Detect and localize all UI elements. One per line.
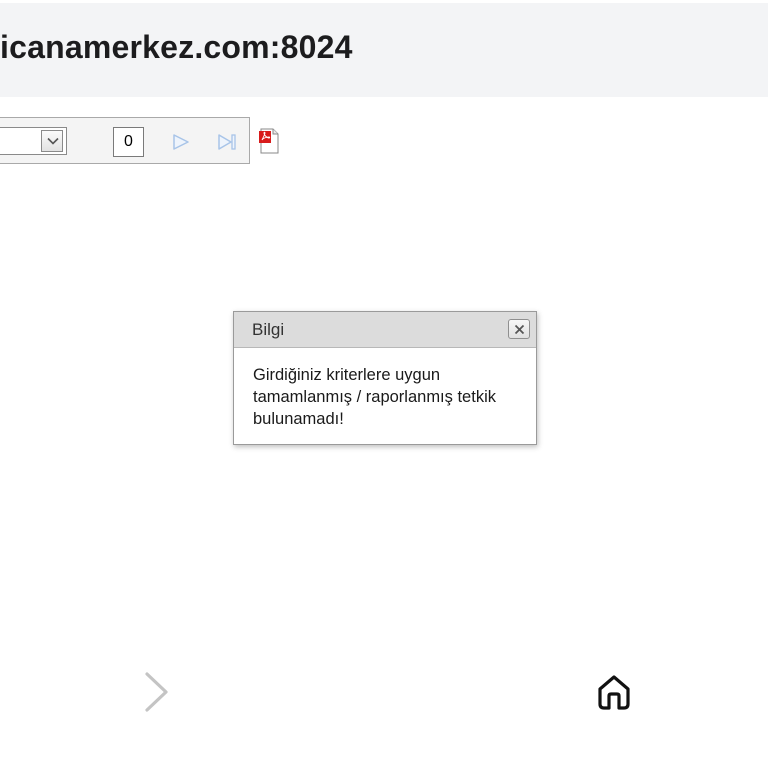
page-number-input[interactable]: 0 — [113, 127, 144, 157]
close-icon — [514, 324, 525, 335]
play-next-icon — [173, 134, 189, 150]
report-select-dropdown[interactable] — [0, 127, 67, 155]
pdf-file-icon — [259, 128, 279, 154]
browser-home-button[interactable] — [596, 673, 632, 716]
dropdown-arrow-button[interactable] — [41, 130, 63, 152]
last-page-button[interactable] — [216, 132, 238, 157]
dialog-message: Girdiğiniz kriterlere uygun tamamlanmış … — [253, 366, 496, 428]
info-dialog: Bilgi Girdiğiniz kriterlere uygun tamaml… — [233, 311, 537, 445]
export-pdf-button[interactable] — [258, 128, 280, 159]
browser-forward-button[interactable] — [141, 670, 171, 719]
dialog-title: Bilgi — [252, 320, 285, 339]
dialog-header[interactable]: Bilgi — [234, 312, 536, 348]
next-page-button[interactable] — [171, 132, 191, 157]
page: icanamerkez.com:8024 0 Bilgi Girdiğiniz … — [0, 0, 768, 768]
url-text[interactable]: icanamerkez.com:8024 — [0, 29, 353, 66]
chevron-down-icon — [47, 137, 59, 145]
chevron-right-icon — [145, 672, 168, 712]
skip-last-icon — [218, 134, 236, 150]
report-toolbar: 0 — [0, 117, 279, 164]
dialog-close-button[interactable] — [508, 319, 530, 339]
address-bar[interactable]: icanamerkez.com:8024 — [0, 0, 768, 97]
home-icon — [598, 675, 630, 710]
